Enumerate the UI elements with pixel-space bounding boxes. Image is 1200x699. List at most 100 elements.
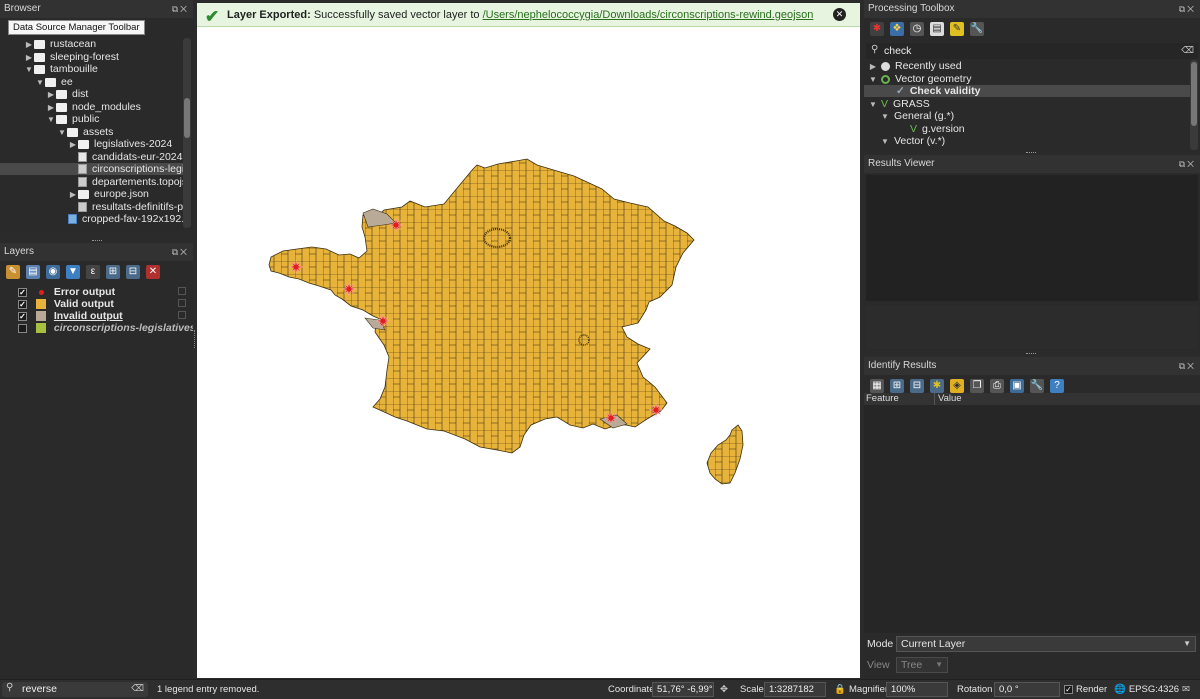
remove-layer-icon[interactable]: ✕ bbox=[146, 265, 160, 279]
processing-search-input[interactable]: check bbox=[884, 45, 911, 57]
layer-circonscriptions[interactable]: circonscriptions-legislatives-p2 bbox=[18, 322, 193, 335]
processing-item-grass-general[interactable]: ▼ General (g.*) bbox=[880, 110, 954, 122]
browser-item[interactable]: ▼ public bbox=[46, 113, 99, 125]
render-checkbox[interactable]: ✓ Render bbox=[1064, 684, 1107, 695]
processing-scrollbar-thumb[interactable] bbox=[1191, 62, 1197, 126]
browser-item[interactable]: ▶ legislatives-2024 bbox=[68, 138, 172, 150]
panel-float-close-icons[interactable]: ⧉✕ bbox=[1179, 155, 1196, 173]
coordinate-field[interactable]: 51,76° -6,99° bbox=[652, 682, 714, 697]
processing-item-grass-vector[interactable]: ▼ Vector (v.*) bbox=[880, 135, 945, 147]
locator-search-input[interactable]: reverse bbox=[22, 683, 57, 695]
expand-all-icon[interactable]: ⊞ bbox=[106, 265, 120, 279]
chevron-down-icon[interactable]: ▼ bbox=[880, 111, 890, 123]
chevron-down-icon[interactable]: ▼ bbox=[35, 77, 45, 89]
chevron-right-icon[interactable]: ▶ bbox=[68, 139, 78, 151]
browser-item-selected[interactable]: circonscriptions-legi bbox=[0, 163, 184, 175]
feature-column-header[interactable]: Feature bbox=[866, 393, 899, 405]
browser-item[interactable]: ▼ assets bbox=[57, 126, 113, 138]
history-icon[interactable]: ◷ bbox=[910, 22, 924, 36]
browser-item[interactable]: ▶ rustacean bbox=[24, 38, 96, 50]
clear-search-icon[interactable]: ⌫ bbox=[1181, 45, 1194, 56]
processing-item-vector-geometry[interactable]: ▼ Vector geometry bbox=[868, 73, 971, 85]
chevron-right-icon[interactable]: ▶ bbox=[68, 189, 78, 201]
results-identify-splitter[interactable] bbox=[1026, 353, 1036, 355]
chevron-down-icon[interactable]: ▼ bbox=[46, 114, 56, 126]
browser-layers-splitter[interactable] bbox=[92, 240, 102, 242]
copy-feature-icon[interactable]: ❐ bbox=[970, 379, 984, 393]
browser-item[interactable]: ▼ tambouille bbox=[24, 63, 98, 75]
magnifier-field[interactable]: 100% bbox=[886, 682, 948, 697]
panel-float-close-icons[interactable]: ⧉✕ bbox=[172, 0, 189, 18]
collapse-tree-icon[interactable]: ⊟ bbox=[910, 379, 924, 393]
processing-results-splitter[interactable] bbox=[1026, 152, 1036, 154]
chevron-down-icon[interactable]: ▼ bbox=[868, 99, 878, 111]
left-dock-splitter[interactable] bbox=[194, 330, 196, 348]
models-icon[interactable]: ✱ bbox=[870, 22, 884, 36]
browser-scrollbar-thumb[interactable] bbox=[184, 98, 190, 138]
rotation-field[interactable]: 0,0 ° bbox=[994, 682, 1060, 697]
exported-file-link[interactable]: /Users/nephelococcygia/Downloads/circons… bbox=[483, 9, 814, 21]
chevron-right-icon[interactable]: ▶ bbox=[868, 61, 878, 73]
edit-features-in-place-icon[interactable]: ✎ bbox=[950, 22, 964, 36]
layer-visibility-checkbox[interactable]: ✓ bbox=[18, 287, 27, 297]
processing-item-grass[interactable]: ▼ V GRASS bbox=[868, 98, 930, 110]
scale-field[interactable]: 1:3287182 bbox=[764, 682, 826, 697]
browser-item[interactable]: ▶ dist bbox=[46, 88, 88, 100]
extents-toggle-icon[interactable]: ✥ bbox=[720, 684, 728, 695]
layer-visibility-checkbox[interactable] bbox=[18, 323, 27, 333]
processing-item-recently-used[interactable]: ▶ Recently used bbox=[868, 60, 962, 72]
select-features-icon[interactable]: ▣ bbox=[1010, 379, 1024, 393]
identify-settings-icon[interactable]: 🔧 bbox=[1030, 379, 1044, 393]
view-select[interactable]: Tree ▼ bbox=[896, 657, 948, 673]
visibility-eye-icon[interactable]: ◉ bbox=[46, 265, 60, 279]
collapse-all-icon[interactable]: ⊟ bbox=[126, 265, 140, 279]
chevron-down-icon[interactable]: ▼ bbox=[880, 136, 890, 148]
chevron-down-icon[interactable]: ▼ bbox=[57, 127, 67, 139]
browser-scrollbar[interactable] bbox=[183, 38, 191, 228]
processing-item-g-version[interactable]: Vg.version bbox=[910, 123, 965, 135]
mode-select[interactable]: Current Layer ▼ bbox=[896, 636, 1196, 652]
python-scripts-icon[interactable]: ❖ bbox=[890, 22, 904, 36]
filter-icon[interactable]: ▼ bbox=[66, 265, 80, 279]
panel-float-close-icons[interactable]: ⧉✕ bbox=[1179, 357, 1196, 375]
close-icon[interactable]: ✕ bbox=[833, 8, 846, 21]
chevron-right-icon[interactable]: ▶ bbox=[46, 89, 56, 101]
help-icon[interactable]: ? bbox=[1050, 379, 1064, 393]
layer-visibility-checkbox[interactable]: ✓ bbox=[18, 311, 27, 321]
browser-item[interactable]: cropped-fav-192x192.p bbox=[68, 213, 190, 225]
chevron-down-icon[interactable]: ▼ bbox=[24, 64, 34, 76]
browser-item[interactable]: ▶ europe.json bbox=[68, 188, 149, 200]
locator-search-box[interactable]: ⚲ reverse ⌫ bbox=[2, 682, 148, 697]
map-canvas[interactable]: ✔ Layer Exported: Successfully saved vec… bbox=[197, 3, 860, 678]
expand-tree-icon[interactable]: ⊞ bbox=[890, 379, 904, 393]
messages-icon[interactable]: ✉ bbox=[1182, 684, 1190, 695]
processing-item-check-validity[interactable]: ✓ Check validity bbox=[864, 85, 1190, 97]
panel-float-close-icons[interactable]: ⧉✕ bbox=[1179, 0, 1196, 18]
layer-visibility-checkbox[interactable]: ✓ bbox=[18, 299, 27, 309]
print-icon[interactable]: ⎙ bbox=[990, 379, 1004, 393]
clear-results-icon[interactable]: ◈ bbox=[950, 379, 964, 393]
value-column-header[interactable]: Value bbox=[934, 393, 962, 405]
browser-item[interactable]: ▶ node_modules bbox=[46, 101, 141, 113]
browser-item[interactable]: ▶ sleeping-forest bbox=[24, 51, 119, 63]
chevron-right-icon[interactable]: ▶ bbox=[24, 39, 34, 51]
browser-item[interactable]: resultats-definitifs-p bbox=[78, 201, 183, 213]
add-group-icon[interactable]: ▤ bbox=[26, 265, 40, 279]
layers-title: Layers bbox=[4, 246, 35, 257]
options-wrench-icon[interactable]: 🔧 bbox=[970, 22, 984, 36]
expand-new-results-icon[interactable]: ✱ bbox=[930, 379, 944, 393]
processing-scrollbar[interactable] bbox=[1190, 60, 1198, 150]
panel-float-close-icons[interactable]: ⧉✕ bbox=[172, 243, 189, 261]
lock-scale-icon[interactable]: 🔒 bbox=[834, 684, 846, 695]
browser-item[interactable]: ▼ ee bbox=[35, 76, 73, 88]
processing-search-box[interactable]: ⚲ check ⌫ bbox=[866, 43, 1198, 59]
feature-form-icon[interactable]: ▦ bbox=[870, 379, 884, 393]
style-manager-icon[interactable]: ✎ bbox=[6, 265, 20, 279]
clear-search-icon[interactable]: ⌫ bbox=[131, 683, 144, 694]
results-viewer-icon[interactable]: ▤ bbox=[930, 22, 944, 36]
browser-item[interactable]: candidats-eur-2024 bbox=[78, 151, 182, 163]
filter-by-expression-icon[interactable]: ε bbox=[86, 265, 100, 279]
browser-item[interactable]: departements.topojs bbox=[78, 176, 187, 188]
crs-button[interactable]: 🌐 EPSG:4326 bbox=[1114, 684, 1179, 695]
processing-panel-title: Processing Toolbox ⧉✕ bbox=[864, 0, 1200, 18]
